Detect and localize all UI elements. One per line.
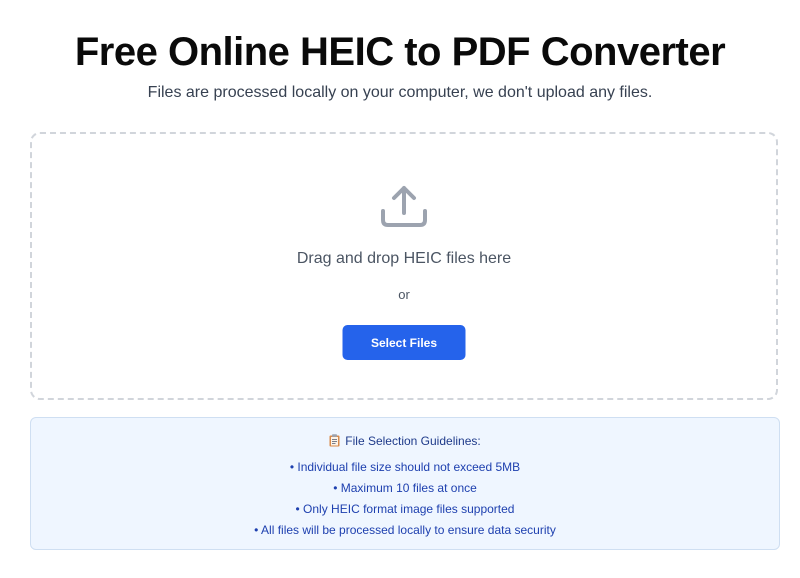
guideline-item: • Maximum 10 files at once	[333, 481, 477, 495]
or-separator: or	[398, 287, 410, 302]
guidelines-list: • Individual file size should not exceed…	[31, 457, 779, 541]
guideline-item: • All files will be processed locally to…	[254, 523, 556, 537]
clipboard-icon	[329, 434, 340, 447]
page-title: Free Online HEIC to PDF Converter	[74, 30, 726, 74]
guideline-item: • Individual file size should not exceed…	[289, 460, 521, 474]
page: Free Online HEIC to PDF Converter Files …	[0, 0, 800, 578]
guidelines-heading: File Selection Guidelines:	[31, 433, 779, 449]
page-subtitle: Files are processed locally on your comp…	[147, 84, 653, 101]
guidelines-panel: File Selection Guidelines: • Individual …	[30, 417, 780, 550]
file-dropzone[interactable]: Drag and drop HEIC files here or Select …	[30, 132, 778, 400]
guideline-item: • Only HEIC format image files supported	[295, 502, 515, 516]
select-files-button[interactable]: Select Files	[342, 325, 466, 360]
guidelines-title: File Selection Guidelines:	[345, 434, 481, 448]
upload-icon	[381, 186, 427, 227]
drag-drop-text: Drag and drop HEIC files here	[296, 250, 512, 267]
